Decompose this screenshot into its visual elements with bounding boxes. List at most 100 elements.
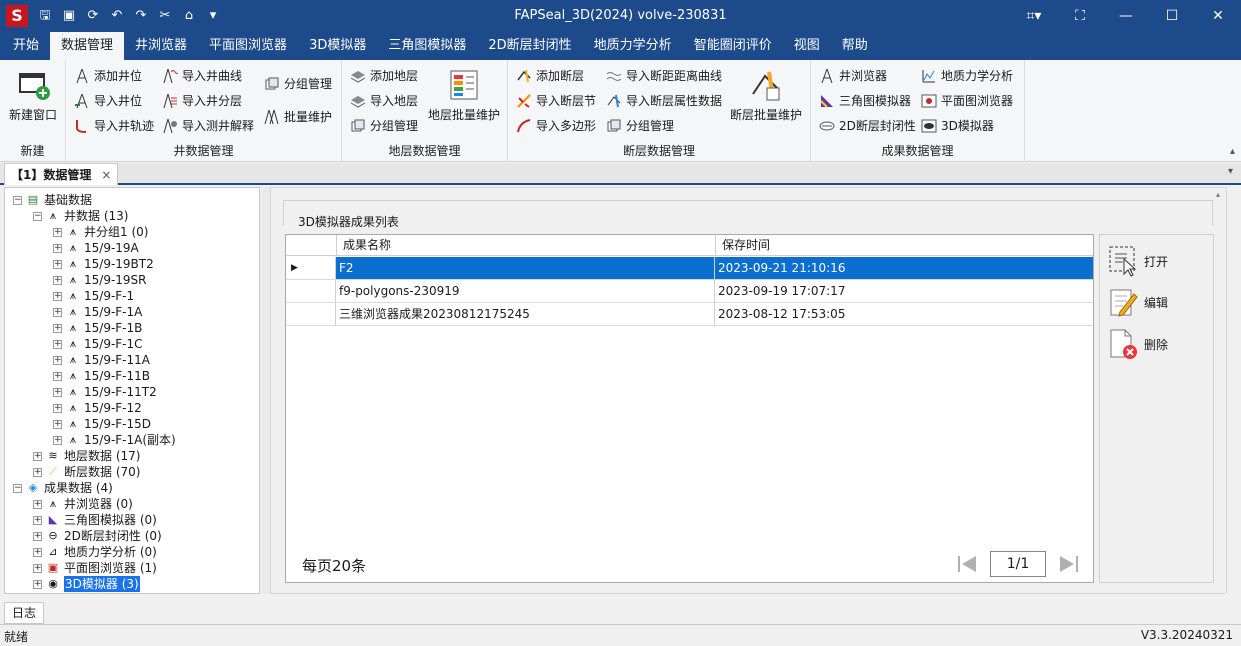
tree-node-well[interactable]: + ⩚ 15/9-19A — [53, 240, 139, 256]
menu-triangle-simulator[interactable]: 三角图模拟器 — [377, 32, 477, 60]
add-fault-button[interactable]: 添加断层 — [516, 65, 584, 87]
layer-group-manage-button[interactable]: 分组管理 — [350, 115, 418, 137]
expand-icon[interactable]: + — [53, 387, 62, 397]
expand-icon[interactable]: + — [33, 499, 42, 509]
tree-node-result[interactable]: + ⊿ 地质力学分析 (0) — [33, 544, 157, 560]
import-curve-button[interactable]: 导入井曲线 — [162, 65, 242, 87]
last-page-icon[interactable] — [1058, 554, 1080, 574]
expand-icon[interactable]: + — [33, 451, 42, 461]
collapse-icon[interactable]: − — [13, 483, 22, 493]
expand-icon[interactable]: + — [33, 515, 42, 525]
expand-icon[interactable]: + — [53, 419, 62, 429]
cell-time[interactable]: 2023-08-12 17:53:05 — [715, 303, 1093, 325]
result-plan-button[interactable]: 平面图浏览器 — [921, 90, 1013, 112]
expand-icon[interactable]: + — [53, 227, 62, 237]
minimize-button[interactable]: — — [1103, 0, 1149, 32]
import-track-button[interactable]: 导入井轨迹 — [74, 115, 154, 137]
maximize-button[interactable]: ☐ — [1149, 0, 1195, 32]
add-layer-button[interactable]: 添加地层 — [350, 65, 418, 87]
menu-plan-browser[interactable]: 平面图浏览器 — [198, 32, 298, 60]
page-indicator[interactable]: 1/1 — [990, 551, 1046, 577]
result-3d-button[interactable]: 3D模拟器 — [921, 115, 994, 137]
menu-view[interactable]: 视图 — [783, 32, 831, 60]
expand-icon[interactable]: + — [53, 339, 62, 349]
pin-icon[interactable]: ⌗▾ — [1011, 0, 1057, 32]
expand-icon[interactable]: + — [33, 467, 42, 477]
result-well-browser-button[interactable]: 井浏览器 — [819, 65, 887, 87]
menu-trap-evaluation[interactable]: 智能圈闭评价 — [683, 32, 783, 60]
collapse-icon[interactable]: − — [33, 211, 42, 221]
expand-icon[interactable]: + — [53, 291, 62, 301]
table-row[interactable]: f9-polygons-230919 2023-09-19 17:07:17 — [286, 280, 1093, 303]
import-layer-button[interactable]: 导入井分层 — [162, 90, 242, 112]
menu-help[interactable]: 帮助 — [831, 32, 879, 60]
expand-icon[interactable]: + — [53, 259, 62, 269]
expand-icon[interactable]: + — [33, 579, 42, 589]
menu-data-management[interactable]: 数据管理 — [50, 32, 125, 60]
result-geo-button[interactable]: 地质力学分析 — [921, 65, 1013, 87]
import-distance-curve-button[interactable]: 导入断距距离曲线 — [606, 65, 722, 87]
import-layer-data-button[interactable]: 导入地层 — [350, 90, 418, 112]
expand-icon[interactable]: + — [53, 403, 62, 413]
well-group-manage-button[interactable]: 分组管理 — [264, 73, 332, 95]
first-page-icon[interactable] — [956, 554, 978, 574]
expand-icon[interactable]: + — [33, 531, 42, 541]
tree-node-well[interactable]: + ⩚ 15/9-F-12 — [53, 400, 142, 416]
collapse-icon[interactable]: − — [13, 195, 22, 205]
tree-node-well-data[interactable]: − ⩚ 井数据 (13) — [33, 208, 128, 224]
well-batch-button[interactable]: 批量维护 — [264, 106, 332, 128]
main-scroll-up-icon[interactable]: ▴ — [1216, 190, 1224, 199]
cell-name[interactable]: F2 — [336, 257, 715, 279]
new-window-button[interactable]: 新建窗口 — [5, 68, 61, 123]
open-button[interactable]: 打开 — [1108, 245, 1168, 277]
menu-geomechanics[interactable]: 地质力学分析 — [583, 32, 683, 60]
tab-dropdown-icon[interactable]: ▾ — [1228, 166, 1233, 177]
tree-node-well[interactable]: + ⩚ 15/9-F-1C — [53, 336, 143, 352]
tree-node-well[interactable]: + ⩚ 15/9-F-11A — [53, 352, 150, 368]
column-header-name[interactable]: 成果名称 — [337, 235, 716, 256]
ribbon-collapse-icon[interactable]: ▴ — [1230, 146, 1235, 157]
tree-node-results[interactable]: − ◈ 成果数据 (4) — [13, 480, 113, 496]
tree-node-result-3d[interactable]: + ◉ 3D模拟器 (3) — [33, 576, 140, 592]
expand-icon[interactable]: + — [53, 371, 62, 381]
expand-icon[interactable]: + — [53, 243, 62, 253]
tree-node-well[interactable]: + ⩚ 15/9-19SR — [53, 272, 147, 288]
result-fault2d-button[interactable]: 2D断层封闭性 — [819, 115, 916, 137]
tab-log[interactable]: 日志 — [4, 602, 45, 624]
tree-node-result[interactable]: + ▣ 平面图浏览器 (1) — [33, 560, 157, 576]
fault-batch-button[interactable]: 断层批量维护 — [726, 68, 806, 123]
tree-node-result[interactable]: + ⊖ 2D断层封闭性 (0) — [33, 528, 162, 544]
tree-node-fault-data[interactable]: + ⟋ 断层数据 (70) — [33, 464, 140, 480]
fullscreen-icon[interactable]: ⛶ — [1057, 0, 1103, 32]
table-row[interactable]: 三维浏览器成果20230812175245 2023-08-12 17:53:0… — [286, 303, 1093, 326]
import-fault-node-button[interactable]: 导入断层节 — [516, 90, 596, 112]
result-tri-button[interactable]: 三角图模拟器 — [819, 90, 911, 112]
column-header-time[interactable]: 保存时间 — [716, 235, 1093, 256]
tree-node-well[interactable]: + ⩚ 井分组1 (0) — [53, 224, 148, 240]
import-well-button[interactable]: 导入井位 — [74, 90, 142, 112]
table-row[interactable]: ▶ F2 2023-09-21 21:10:16 — [286, 257, 1093, 280]
cell-name[interactable]: f9-polygons-230919 — [336, 280, 715, 302]
expand-icon[interactable]: + — [53, 355, 62, 365]
import-log-button[interactable]: 导入测井解释 — [162, 115, 254, 137]
close-tab-icon[interactable]: × — [101, 168, 111, 182]
tree-node-layer-data[interactable]: + ≋ 地层数据 (17) — [33, 448, 140, 464]
expand-icon[interactable]: + — [53, 275, 62, 285]
cell-time[interactable]: 2023-09-21 21:10:16 — [715, 257, 1093, 279]
delete-button[interactable]: 删除 — [1108, 328, 1168, 360]
tree-node-result[interactable]: + ⩚ 井浏览器 (0) — [33, 496, 133, 512]
tree-node-base[interactable]: − ▤ 基础数据 — [13, 192, 92, 208]
menu-well-browser[interactable]: 井浏览器 — [124, 32, 198, 60]
tree-node-well[interactable]: + ⩚ 15/9-F-1B — [53, 320, 142, 336]
menu-start[interactable]: 开始 — [2, 32, 50, 60]
expand-icon[interactable]: + — [53, 435, 62, 445]
tree-node-result[interactable]: + ◣ 三角图模拟器 (0) — [33, 512, 157, 528]
cell-name[interactable]: 三维浏览器成果20230812175245 — [336, 303, 715, 325]
edit-button[interactable]: 编辑 — [1108, 286, 1168, 318]
expand-icon[interactable]: + — [33, 563, 42, 573]
cell-time[interactable]: 2023-09-19 17:07:17 — [715, 280, 1093, 302]
import-polygon-button[interactable]: 导入多边形 — [516, 115, 596, 137]
tree-node-well[interactable]: + ⩚ 15/9-F-11T2 — [53, 384, 157, 400]
menu-2d-fault-seal[interactable]: 2D断层封闭性 — [477, 32, 582, 60]
tree-node-well[interactable]: + ⩚ 15/9-F-1A(副本) — [53, 432, 176, 448]
